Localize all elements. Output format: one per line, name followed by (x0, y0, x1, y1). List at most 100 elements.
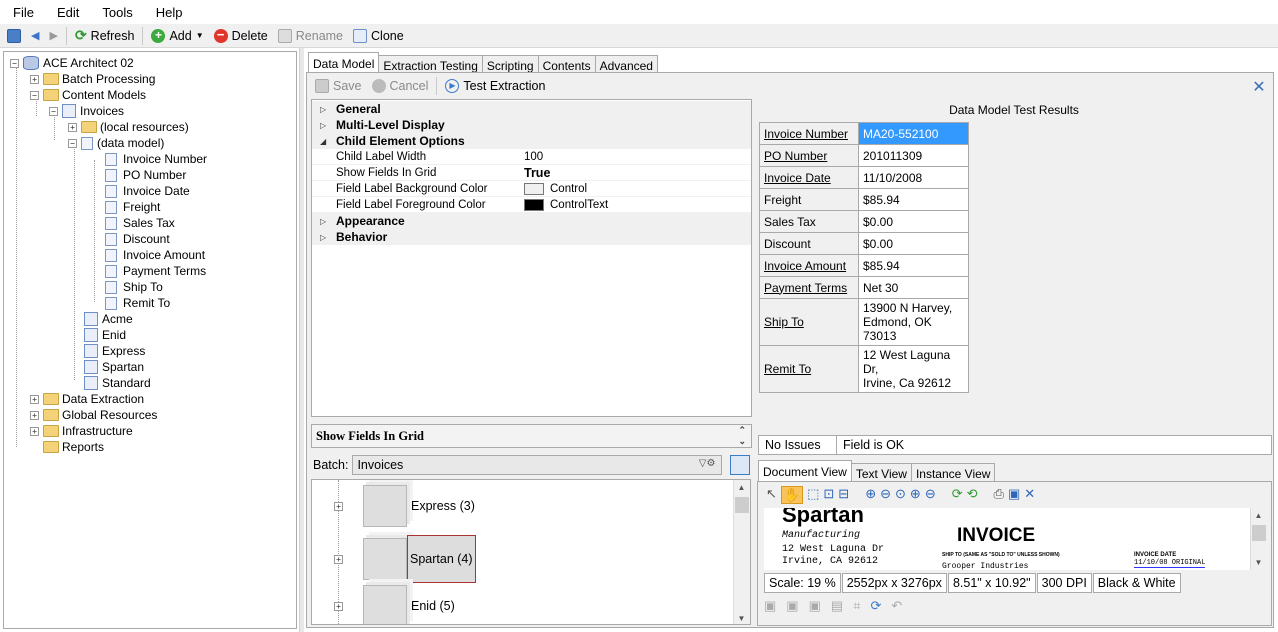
collapse-toggle-icon[interactable]: − (10, 58, 19, 68)
zoom-in-icon[interactable]: ⊕ (865, 486, 876, 504)
image-tool-4-icon[interactable]: ▤ (831, 598, 843, 614)
tree-field-freight[interactable]: Freight (105, 199, 160, 215)
crop-icon[interactable]: ⌗ (853, 598, 860, 614)
result-value[interactable]: $0.00 (858, 232, 969, 255)
scroll-down-icon[interactable]: ▼ (1251, 555, 1266, 570)
rotate-right-icon[interactable]: ⟳ (952, 486, 963, 504)
category-appearance[interactable]: ▷ Appearance (312, 213, 751, 229)
result-value[interactable]: MA20-552100 (858, 122, 969, 145)
result-value[interactable]: 12 West Laguna Dr, Irvine, Ca 92612 (858, 345, 969, 393)
tree-field-ship-to[interactable]: Ship To (105, 279, 163, 295)
tools-icon[interactable]: ✕ (1024, 486, 1035, 504)
scroll-up-icon[interactable]: ▲ (1251, 508, 1266, 523)
zoom-out-icon[interactable]: ⊖ (880, 486, 891, 504)
forward-button[interactable]: ▶ (44, 25, 62, 47)
print-icon[interactable]: ⎙ (994, 486, 1004, 504)
tree-field-payment-terms[interactable]: Payment Terms (105, 263, 206, 279)
rotate-page-icon[interactable]: ⟳ (871, 598, 882, 614)
result-label[interactable]: Invoice Date (759, 166, 859, 189)
tree-field-invoice-amount[interactable]: Invoice Amount (105, 247, 205, 263)
vertical-scrollbar[interactable]: ▲ ▼ (733, 480, 750, 624)
result-row[interactable]: Freight $85.94 (759, 188, 969, 211)
result-value[interactable]: 13900 N Harvey, Edmond, OK 73013 (858, 298, 969, 346)
result-value[interactable]: $85.94 (858, 188, 969, 211)
category-behavior[interactable]: ▷ Behavior (312, 229, 751, 245)
tree-node-global-resources[interactable]: + Global Resources (30, 407, 157, 423)
tree-node-batch-processing[interactable]: + Batch Processing (30, 71, 155, 87)
category-child-element-options[interactable]: ◢ Child Element Options (312, 133, 751, 149)
add-button[interactable]: + Add ▼ (146, 25, 208, 47)
property-value[interactable]: 100 (524, 151, 543, 163)
nav-home-button[interactable] (2, 25, 26, 47)
scroll-thumb[interactable] (735, 497, 749, 513)
scroll-arrows-icon[interactable]: ⌃ ⌄ (738, 425, 746, 447)
scroll-down-icon[interactable]: ▼ (734, 611, 749, 624)
collapse-toggle-icon[interactable]: − (68, 138, 77, 148)
scroll-up-icon[interactable]: ▲ (734, 480, 749, 495)
pan-hand-icon[interactable]: ✋ (780, 486, 804, 504)
document-image[interactable]: Spartan Manufacturing 12 West Laguna Dr … (764, 508, 1250, 570)
batch-item-express[interactable]: + Express (3) (334, 485, 475, 527)
cancel-button[interactable]: Cancel (367, 75, 434, 97)
result-label[interactable]: Invoice Amount (759, 254, 859, 277)
category-multi-level-display[interactable]: ▷ Multi-Level Display (312, 117, 751, 133)
refresh-button[interactable]: ⟳ Refresh (70, 25, 140, 47)
result-row[interactable]: PO Number 201011309 (759, 144, 969, 167)
tree-node-root[interactable]: − ACE Architect 02 (10, 55, 134, 71)
tree-node-invoices[interactable]: − Invoices (49, 103, 124, 119)
batch-lock-icon[interactable] (730, 455, 751, 475)
result-value[interactable]: 201011309 (858, 144, 969, 167)
category-general[interactable]: ▷ General (312, 101, 751, 117)
tab-text-view[interactable]: Text View (850, 463, 912, 481)
result-label[interactable]: PO Number (759, 144, 859, 167)
tools-icon[interactable]: ✕ (1250, 77, 1268, 96)
tree-node-infrastructure[interactable]: + Infrastructure (30, 423, 133, 439)
tree-model-spartan[interactable]: Spartan (84, 359, 144, 375)
zoom-fit-icon[interactable]: ⊕ (910, 486, 921, 504)
property-value[interactable]: ControlText (524, 198, 608, 211)
batch-dropdown[interactable]: Invoices ▽⚙ (352, 455, 723, 475)
zoom-area-icon[interactable]: ⊡ (823, 486, 834, 504)
expand-toggle-icon[interactable]: + (30, 410, 39, 420)
result-row[interactable]: Ship To 13900 N Harvey, Edmond, OK 73013 (759, 298, 969, 346)
tree-node-data-extraction[interactable]: + Data Extraction (30, 391, 144, 407)
tab-document-view[interactable]: Document View (758, 460, 852, 481)
image-tool-1-icon[interactable]: ▣ (764, 598, 776, 614)
tab-contents[interactable]: Contents (537, 55, 596, 73)
tree-model-enid[interactable]: Enid (84, 327, 126, 343)
expand-toggle-icon[interactable]: + (334, 601, 343, 611)
result-row[interactable]: Discount $0.00 (759, 232, 969, 255)
result-value[interactable]: Net 30 (858, 276, 969, 299)
result-value[interactable]: $0.00 (858, 210, 969, 233)
property-value[interactable]: Control (524, 182, 587, 195)
expand-toggle-icon[interactable]: + (30, 394, 39, 404)
result-row[interactable]: Remit To 12 West Laguna Dr, Irvine, Ca 92… (759, 345, 969, 393)
result-row[interactable]: Invoice Date 11/10/2008 (759, 166, 969, 189)
delete-button[interactable]: − Delete (209, 25, 273, 47)
rename-button[interactable]: Rename (273, 25, 348, 47)
rotate-left-icon[interactable]: ⟲ (967, 486, 978, 504)
tree-model-acme[interactable]: Acme (84, 311, 133, 327)
image-tool-2-icon[interactable]: ▣ (786, 598, 798, 614)
result-value[interactable]: 11/10/2008 (858, 166, 969, 189)
property-field-label-fg-color[interactable]: Field Label Foreground Color ControlText (312, 197, 751, 213)
result-value[interactable]: $85.94 (858, 254, 969, 277)
result-row[interactable]: Invoice Number MA20-552100 (759, 122, 969, 145)
tree-field-remit-to[interactable]: Remit To (105, 295, 170, 311)
tree-field-invoice-date[interactable]: Invoice Date (105, 183, 190, 199)
result-row[interactable]: Invoice Amount $85.94 (759, 254, 969, 277)
tree-model-express[interactable]: Express (84, 343, 145, 359)
property-child-label-width[interactable]: Child Label Width 100 (312, 149, 751, 165)
save-image-icon[interactable]: ▣ (1008, 486, 1020, 504)
tree-field-discount[interactable]: Discount (105, 231, 170, 247)
image-tool-3-icon[interactable]: ▣ (809, 598, 821, 614)
collapse-toggle-icon[interactable]: − (30, 90, 39, 100)
tab-instance-view[interactable]: Instance View (910, 463, 996, 481)
result-row[interactable]: Payment Terms Net 30 (759, 276, 969, 299)
property-value[interactable]: True (524, 166, 550, 180)
menu-tools[interactable]: Tools (89, 5, 142, 20)
batch-item-spartan[interactable]: + Spartan (4) (334, 535, 476, 583)
expand-toggle-icon[interactable]: + (68, 122, 77, 132)
menu-edit[interactable]: Edit (44, 5, 89, 20)
pane-splitter[interactable] (299, 48, 304, 632)
